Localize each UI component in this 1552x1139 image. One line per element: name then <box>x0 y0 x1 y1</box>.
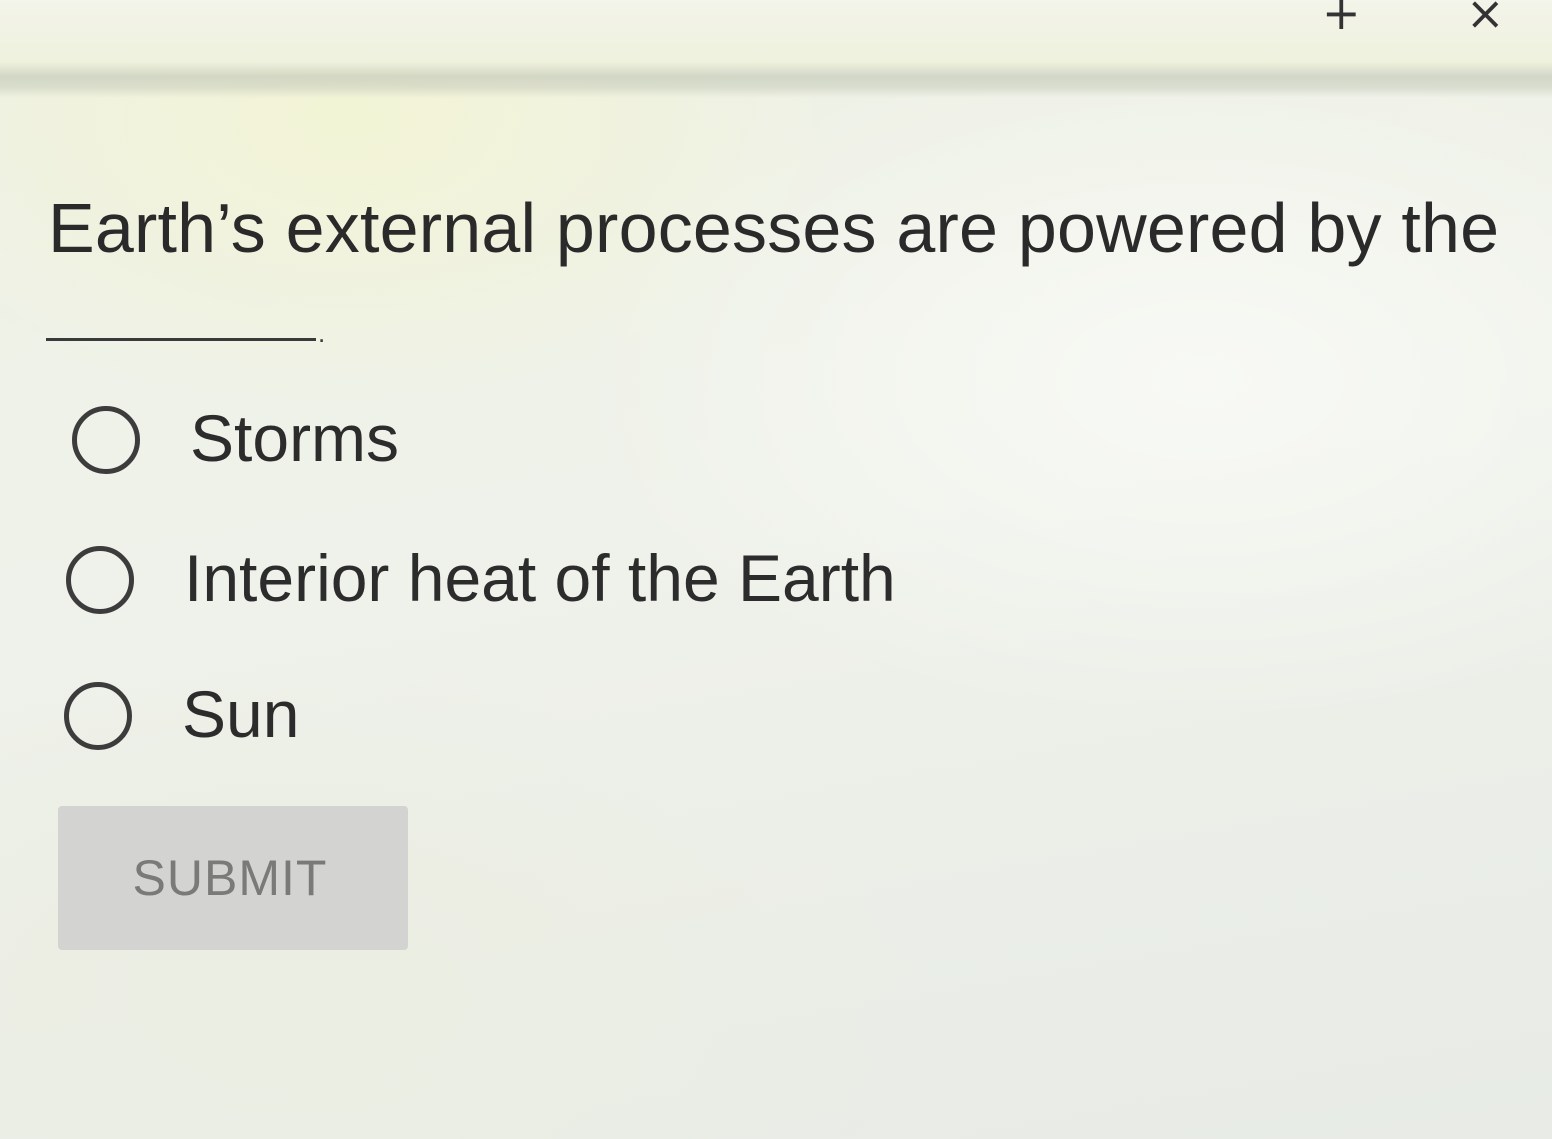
close-icon[interactable]: × <box>1466 0 1505 38</box>
option-interior-heat[interactable]: Interior heat of the Earth <box>66 540 966 630</box>
submit-label: SUBMIT <box>132 850 328 906</box>
option-label: Sun <box>182 677 300 751</box>
question-text: Earth’s external processes are powered b… <box>48 189 1500 267</box>
radio-button[interactable] <box>64 682 132 750</box>
option-label: Interior heat of the Earth <box>184 541 896 615</box>
option-label: Storms <box>190 401 400 475</box>
plus-icon[interactable]: + <box>1322 0 1361 38</box>
top-bar <box>0 0 1552 70</box>
radio-button[interactable] <box>66 546 134 614</box>
answer-blank <box>46 338 316 341</box>
option-storms[interactable]: Storms <box>72 400 632 490</box>
header-divider <box>0 62 1552 98</box>
radio-button[interactable] <box>72 406 140 474</box>
option-sun[interactable]: Sun <box>64 676 484 766</box>
submit-button[interactable]: SUBMIT <box>58 806 408 950</box>
blank-period: . <box>318 318 326 348</box>
